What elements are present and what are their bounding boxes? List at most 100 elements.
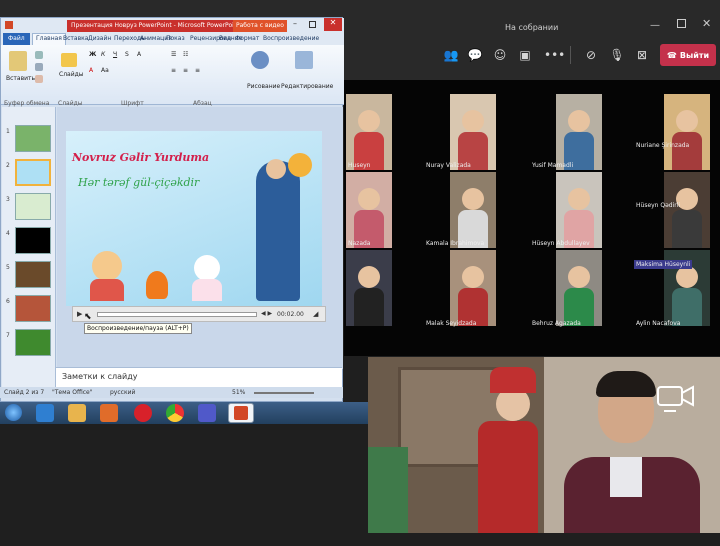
maximize-icon[interactable] [677,19,686,28]
strikethrough-icon[interactable]: S [125,51,129,58]
font-color-icon[interactable]: A [89,67,93,74]
participant-tile[interactable] [450,94,496,170]
shapes-icon[interactable] [251,51,269,69]
slide-canvas[interactable]: Novruz Gəlir Yurduma Hər tərəf gül-çiçək… [66,131,322,306]
ppt-close-icon[interactable]: ✕ [324,18,342,31]
thumb-number: 5 [6,264,10,271]
thumb-number: 1 [6,128,10,135]
ie-icon[interactable] [36,404,54,422]
dancer-figure [256,161,300,301]
participant-tile[interactable] [346,172,392,248]
cut-icon[interactable] [35,51,43,59]
play-icon[interactable]: ▶ [77,310,82,318]
ribbon: Вставить Буфер обмена Слайды Слайды Ж К … [1,45,344,107]
reactions-icon[interactable]: ☺ [492,48,508,62]
font-size-up-icon[interactable]: A [137,51,141,58]
share-stop-icon[interactable]: ⊠ [634,48,650,62]
find-icon[interactable] [295,51,313,69]
slide-thumbnail-selected[interactable] [15,159,51,186]
camera-feed-child [368,357,544,533]
group-slides: Слайды [58,100,83,107]
rooms-icon[interactable]: ▣ [517,48,533,62]
align-right-icon[interactable]: ≡ [195,67,200,74]
notes-pane[interactable]: Заметки к слайду [56,367,342,387]
tab-home[interactable]: Главная [32,33,66,45]
leave-button[interactable]: ☎ Выйти [660,44,716,66]
explorer-icon[interactable] [68,404,86,422]
girl-body [192,279,222,301]
participant-name: Hüseyn Qədirli [636,202,681,209]
video-playback-bar[interactable]: ▶ ◀ ▶ 00:02.00 ◢ [72,306,326,322]
participant-tile[interactable] [664,172,710,248]
slide-thumbnail[interactable] [15,227,51,254]
start-button[interactable] [5,404,22,421]
slide-thumbnail[interactable] [15,193,51,220]
drawing-label: Рисование [247,83,281,90]
teams-icon[interactable] [198,404,216,422]
copy-icon[interactable] [35,63,43,71]
slide-subtitle: Hər tərəf gül-çiçəkdir [78,176,200,189]
windows-taskbar [0,402,368,424]
participant-tile[interactable] [556,94,602,170]
chat-icon[interactable]: 💬 [467,48,483,62]
tab-playback[interactable]: Воспроизведение [263,35,319,42]
participant-name: Huseyn [348,162,371,169]
people-icon[interactable]: 👥 [443,48,459,62]
participant-tile[interactable] [556,172,602,248]
slide-thumbnail[interactable] [15,125,51,152]
italic-icon[interactable]: К [101,51,105,58]
bold-icon[interactable]: Ж [89,51,96,58]
media-icon[interactable] [100,404,118,422]
camera-share-icon[interactable] [656,381,696,415]
tab-slideshow[interactable]: Показ [166,35,185,42]
close-icon[interactable]: ✕ [702,17,711,30]
zoom-level: 51% [232,389,246,396]
camera-off-icon[interactable]: ⊘ [583,48,599,62]
align-center-icon[interactable]: ≡ [183,67,188,74]
tab-file[interactable]: Файл [3,33,30,45]
bullets-icon[interactable]: ☰ [171,51,176,58]
more-icon[interactable]: ••• [544,48,565,62]
chrome-icon[interactable] [166,404,184,422]
tab-format[interactable]: Формат [235,35,259,42]
tab-view[interactable]: Вид [219,35,231,42]
zoom-slider[interactable] [254,392,314,394]
opera-icon[interactable] [134,404,152,422]
paste-icon[interactable] [9,51,27,71]
participant-name: Nuray Valizada [426,162,471,169]
char-spacing-icon[interactable]: Аа [101,67,109,74]
tab-insert[interactable]: Вставка [63,35,88,42]
tab-design[interactable]: Дизайн [88,35,111,42]
participant-tile[interactable] [450,250,496,326]
minimize-icon[interactable]: — [650,20,660,31]
step-icons[interactable]: ◀ ▶ [261,310,272,317]
group-paragraph: Абзац [193,100,212,107]
phone-icon: ☎ [666,50,677,60]
ppt-minimize-icon[interactable]: – [293,19,297,28]
slide-thumbnails-panel: 1 2 3 4 5 6 7 [2,107,56,387]
background-area [0,424,368,546]
theme-name: "Тема Office" [52,389,93,396]
volume-icon[interactable]: ◢ [313,310,318,318]
participant-name: Malak Seyidzada [426,320,477,327]
participant-tile[interactable] [556,250,602,326]
slide-thumbnail[interactable] [15,261,51,288]
participant-name: Kamala Ibrahimova [426,240,485,247]
participant-name: Behruz Agazada [532,320,581,327]
new-slide-icon[interactable] [61,53,77,67]
participant-tile[interactable] [346,250,392,326]
participant-tile[interactable] [450,172,496,248]
participant-tile[interactable] [664,94,710,170]
numbering-icon[interactable]: ☷ [183,51,188,58]
ppt-maximize-icon[interactable] [309,21,316,28]
underline-icon[interactable]: Ч [113,51,117,58]
slide-thumbnail[interactable] [15,329,51,356]
mic-icon[interactable]: 🎙 [609,48,625,62]
align-left-icon[interactable]: ≡ [171,67,176,74]
slide-thumbnail[interactable] [15,295,51,322]
group-clipboard: Буфер обмена [4,100,50,107]
participant-tile[interactable] [346,94,392,170]
seek-track[interactable] [97,312,257,317]
format-painter-icon[interactable] [35,75,43,83]
girl-figure [194,255,220,281]
